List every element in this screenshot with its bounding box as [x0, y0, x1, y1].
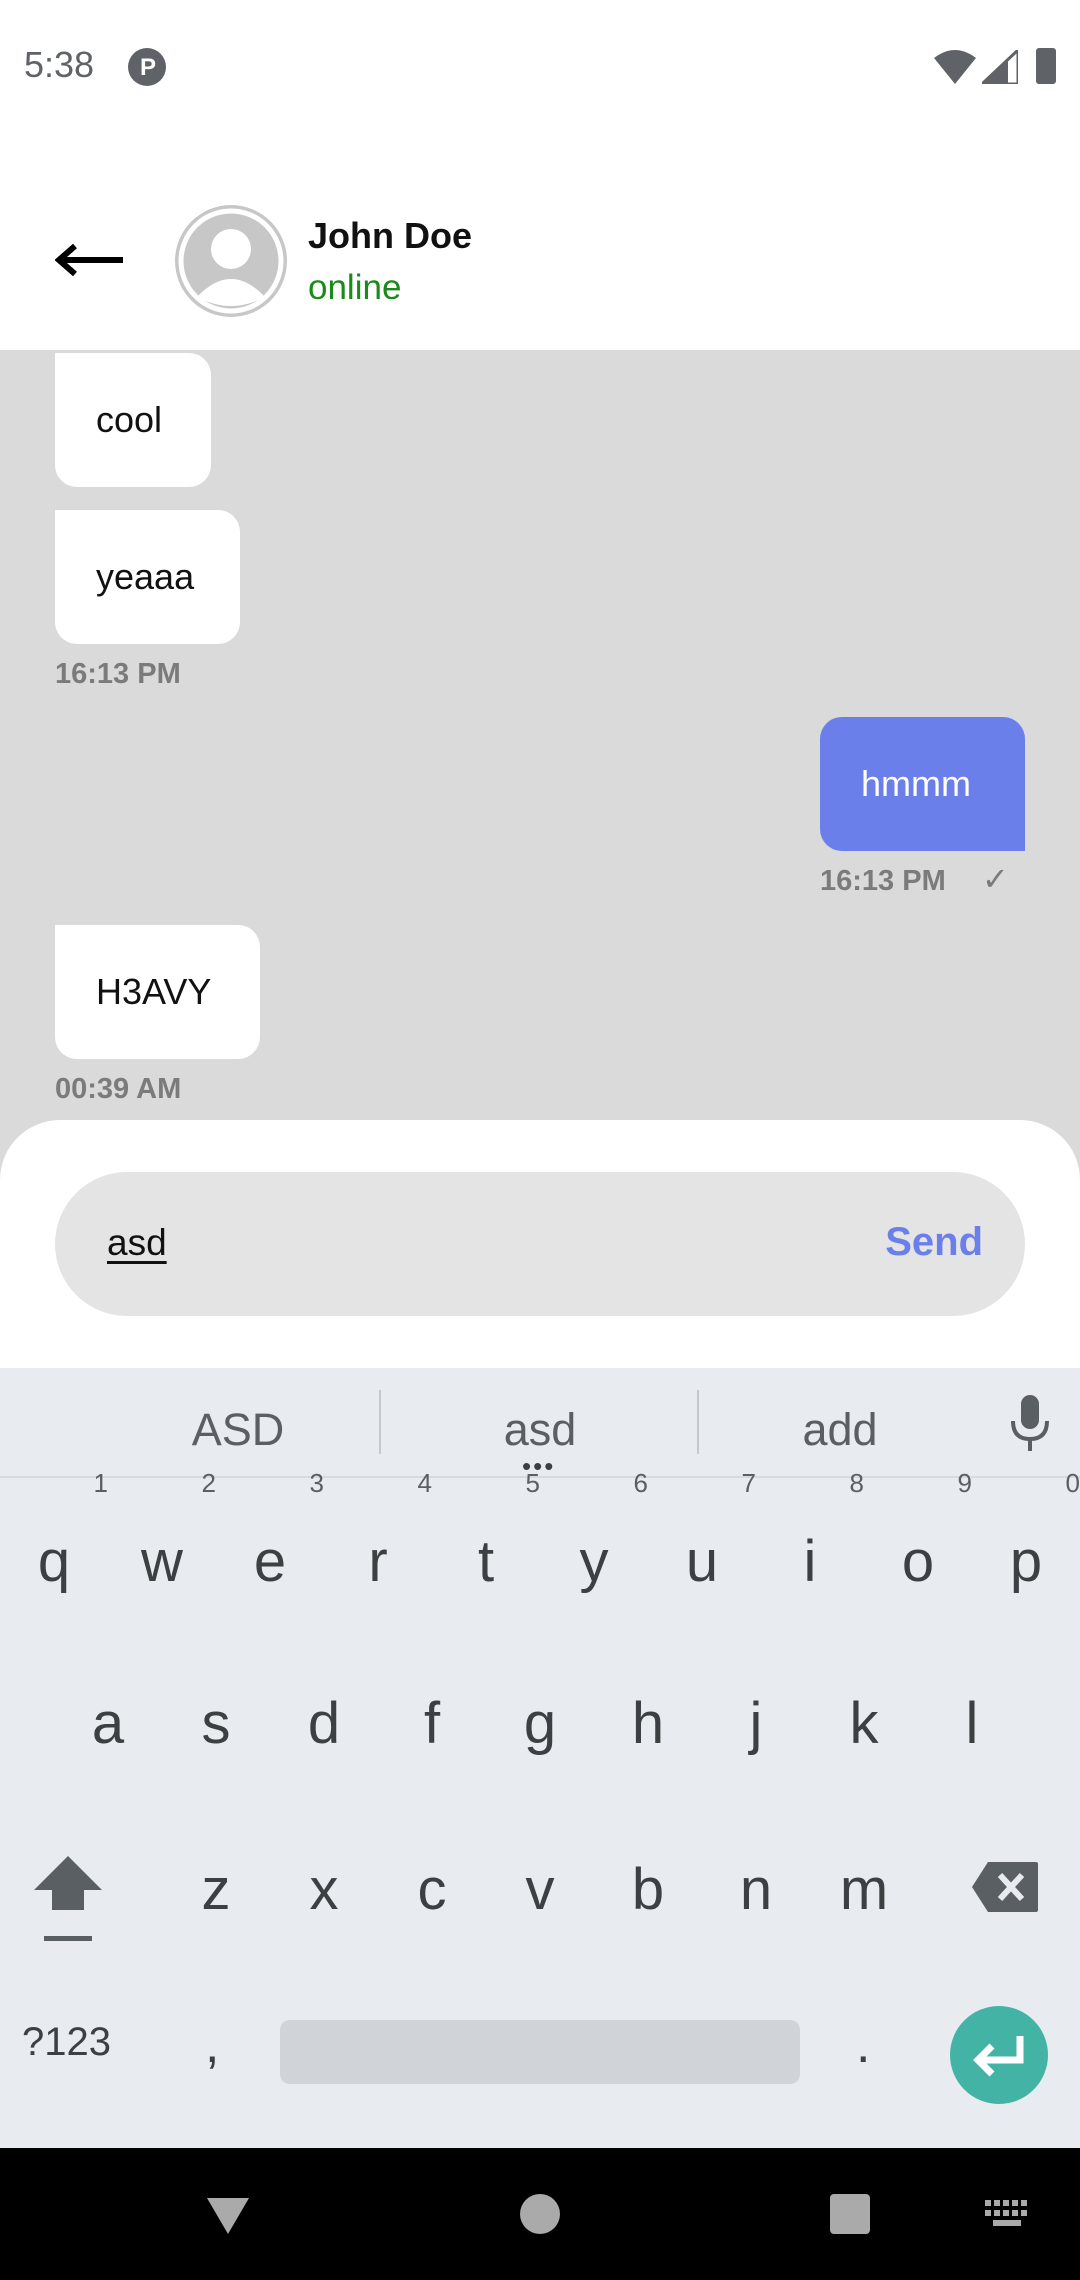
chat-header — [0, 135, 1080, 350]
back-button[interactable] — [40, 220, 140, 300]
message-list[interactable]: cool yeaaa 16:13 PM hmmm 16:13 PM ✓ H3AV… — [0, 350, 1080, 1180]
key-f[interactable]: f — [378, 1664, 486, 1784]
contact-status: online — [308, 268, 402, 307]
key-w[interactable]: w2 — [108, 1468, 216, 1622]
key-j[interactable]: j — [702, 1664, 810, 1784]
backspace-key[interactable] — [970, 1860, 1040, 1919]
message-bubble[interactable]: H3AVY — [55, 925, 260, 1059]
key-m[interactable]: m — [810, 1830, 918, 1950]
symbols-key[interactable]: ?123 — [22, 2020, 111, 2065]
battery-icon — [1036, 48, 1056, 84]
status-time: 5:38 — [24, 44, 95, 85]
nav-back-button[interactable] — [205, 2192, 251, 2243]
wifi-icon — [934, 50, 976, 89]
suggestion-item[interactable]: ASD — [88, 1404, 388, 1456]
key-e[interactable]: e3 — [216, 1468, 324, 1622]
key-z[interactable]: z — [162, 1830, 270, 1950]
key-c[interactable]: c — [378, 1830, 486, 1950]
message-timestamp: 16:13 PM — [55, 658, 181, 690]
message-bubble[interactable]: yeaaa — [55, 510, 240, 644]
key-v[interactable]: v — [486, 1830, 594, 1950]
key-o[interactable]: o9 — [864, 1468, 972, 1622]
space-bar[interactable] — [280, 2020, 800, 2084]
suggestion-divider — [379, 1390, 381, 1454]
message-bubble[interactable]: cool — [55, 353, 211, 487]
message-timestamp: 00:39 AM — [55, 1073, 182, 1105]
key-x[interactable]: x — [270, 1830, 378, 1950]
key-p[interactable]: p0 — [972, 1468, 1080, 1622]
key-q[interactable]: q1 — [0, 1468, 108, 1622]
key-y[interactable]: y6 — [540, 1468, 649, 1622]
key-l[interactable]: l — [918, 1664, 1026, 1784]
back-arrow-icon — [55, 243, 123, 277]
key-h[interactable]: h — [594, 1664, 702, 1784]
message-timestamp: 16:13 PM — [820, 865, 946, 897]
send-button[interactable]: Send — [885, 1220, 983, 1265]
contact-name: John Doe — [308, 215, 473, 256]
microphone-icon[interactable] — [1008, 1393, 1052, 1458]
message-input-field[interactable]: asd Send — [55, 1172, 1025, 1316]
enter-key[interactable] — [950, 2006, 1048, 2104]
shift-key[interactable] — [30, 1852, 120, 1942]
key-n[interactable]: n — [702, 1830, 810, 1950]
message-bubble[interactable]: hmmm — [820, 717, 1025, 851]
key-s[interactable]: s — [162, 1664, 270, 1784]
message-input-text[interactable]: asd — [107, 1222, 167, 1264]
nav-home-button[interactable] — [520, 2194, 560, 2234]
suggestion-item[interactable]: add — [690, 1404, 990, 1456]
comma-key[interactable]: , — [205, 2015, 219, 2075]
shift-arrow-icon — [34, 1856, 102, 1941]
key-g[interactable]: g — [486, 1664, 594, 1784]
key-d[interactable]: d — [270, 1664, 378, 1784]
enter-arrow-icon — [973, 2036, 1024, 2077]
key-i[interactable]: i8 — [756, 1468, 864, 1622]
key-u[interactable]: u7 — [648, 1468, 756, 1622]
contact-avatar[interactable] — [175, 205, 287, 317]
keyboard-switch-icon[interactable] — [985, 2200, 1029, 2235]
suggestion-item[interactable]: asd — [390, 1404, 690, 1456]
nav-back-triangle-icon — [207, 2198, 249, 2234]
period-key[interactable]: . — [856, 2015, 870, 2075]
nav-recents-button[interactable] — [830, 2194, 870, 2234]
key-k[interactable]: k — [810, 1664, 918, 1784]
read-check-icon: ✓ — [982, 861, 1009, 897]
key-t[interactable]: t5 — [432, 1468, 540, 1622]
key-r[interactable]: r4 — [324, 1468, 432, 1622]
key-b[interactable]: b — [594, 1830, 702, 1950]
key-a[interactable]: a — [54, 1664, 162, 1784]
notification-app-icon: P — [128, 48, 166, 86]
backspace-icon — [972, 1862, 1038, 1912]
cell-signal-icon — [978, 46, 1020, 89]
